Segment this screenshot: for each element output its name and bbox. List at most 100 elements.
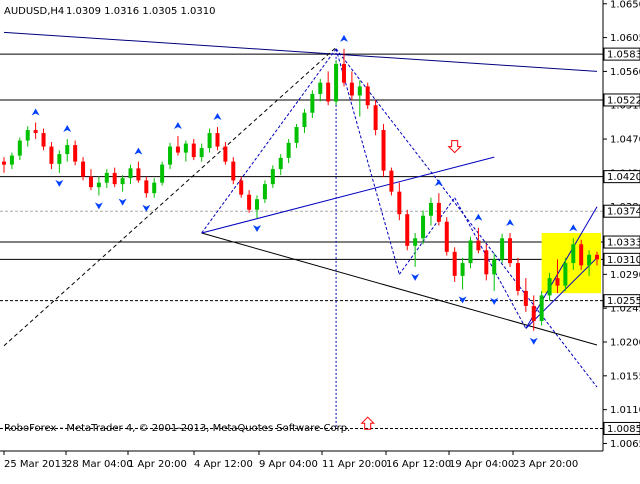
y-tick-label: 1.0560: [610, 67, 640, 78]
candle-body: [199, 148, 204, 158]
candle-body: [223, 146, 228, 162]
candle-body: [33, 130, 38, 134]
candle-body: [452, 251, 457, 276]
candle-body: [492, 259, 497, 275]
candle-body: [278, 157, 283, 170]
candle-body: [136, 168, 141, 181]
candle-body: [104, 172, 109, 183]
candle-body: [175, 146, 180, 153]
candle-body: [508, 238, 513, 264]
candle-body: [168, 146, 173, 165]
price-label: 1.0522: [607, 95, 640, 106]
candle-body: [436, 202, 441, 222]
candle-body: [152, 182, 157, 194]
candle-body: [555, 278, 560, 286]
candle-body: [349, 82, 354, 96]
price-chart: 1.06501.06051.05601.05151.04701.04251.03…: [0, 0, 640, 480]
candle-body: [381, 130, 386, 171]
price-label: 1.0583: [607, 50, 640, 61]
candle-body: [144, 180, 149, 194]
candle-body: [531, 305, 536, 321]
candle-body: [421, 215, 426, 239]
candle-body: [57, 154, 62, 164]
candle-body: [25, 130, 30, 141]
chart-ohlc: 1.0309 1.0316 1.0305 1.0310: [66, 6, 216, 17]
candle-body: [294, 127, 299, 143]
candle-body: [547, 278, 552, 296]
candle-body: [73, 145, 78, 162]
x-tick-label: 25 Mar 2013: [4, 459, 67, 470]
chart-header: AUDUSD,H4: [4, 6, 64, 17]
candle-body: [96, 182, 101, 188]
candle-body: [365, 86, 370, 106]
y-tick-label: 1.0650: [610, 0, 640, 10]
candle-body: [49, 146, 54, 164]
y-tick-label: 1.0290: [610, 270, 640, 281]
price-label: 1.0255: [607, 296, 640, 307]
candle-body: [500, 238, 505, 260]
x-tick-label: 1 Apr 20:00: [128, 459, 187, 470]
candle-body: [160, 164, 165, 183]
x-tick-label: 28 Mar 04:00: [66, 459, 133, 470]
candle-body: [326, 82, 331, 102]
candle-body: [255, 199, 260, 210]
candle-body: [120, 178, 125, 185]
price-label: 1.0333: [607, 238, 640, 249]
y-tick-label: 1.0200: [610, 338, 640, 349]
candle-body: [262, 184, 267, 200]
candle-body: [389, 170, 394, 192]
candle-body: [191, 143, 196, 158]
chart-window: 1.06501.06051.05601.05151.04701.04251.03…: [0, 0, 640, 480]
y-tick-label: 1.0470: [610, 135, 640, 146]
candle-body: [428, 202, 433, 216]
candle-body: [444, 221, 449, 252]
candle-body: [286, 142, 291, 158]
candle-body: [357, 86, 362, 96]
candle-body: [302, 112, 307, 128]
candle-body: [81, 161, 86, 177]
candle-body: [239, 180, 244, 195]
y-tick-label: 1.0065: [610, 439, 640, 450]
price-label: 1.0085: [607, 424, 640, 435]
y-tick-label: 1.0155: [610, 371, 640, 382]
candle-body: [9, 155, 14, 165]
candle-body: [405, 214, 410, 246]
candle-body: [397, 191, 402, 215]
candle-body: [247, 194, 252, 210]
candle-body: [539, 295, 544, 321]
y-tick-label: 1.0110: [610, 405, 640, 416]
price-label: 1.0420: [607, 172, 640, 183]
candle-body: [484, 250, 489, 275]
x-tick-label: 23 Apr 20:00: [513, 459, 578, 470]
candle-body: [17, 140, 22, 156]
candle-body: [341, 63, 346, 83]
x-tick-label: 16 Apr 12:00: [386, 459, 451, 470]
x-tick-label: 9 Apr 04:00: [259, 459, 318, 470]
candle-body: [215, 133, 220, 147]
x-tick-label: 19 Apr 04:00: [449, 459, 514, 470]
candle-body: [571, 244, 576, 264]
price-label: 1.0374: [607, 207, 640, 218]
x-tick-label: 4 Apr 12:00: [194, 459, 253, 470]
candle-body: [231, 161, 236, 181]
candle-body: [579, 244, 584, 266]
candle-body: [523, 290, 528, 306]
candle-body: [595, 254, 599, 260]
candle-body: [515, 263, 520, 291]
candle-body: [183, 143, 188, 153]
candle-body: [460, 263, 465, 276]
candle-body: [468, 240, 473, 264]
candle-body: [128, 168, 133, 179]
candle-body: [41, 133, 46, 147]
candle-body: [2, 161, 6, 165]
price-label: 1.0310: [607, 255, 640, 266]
chart-copyright: RoboForex - MetaTrader 4, © 2001-2013, M…: [4, 423, 350, 434]
candle-body: [65, 145, 70, 155]
candle-body: [334, 63, 339, 102]
candle-body: [413, 238, 418, 246]
candle-body: [563, 263, 568, 286]
candle-body: [318, 82, 323, 94]
candle-body: [207, 133, 212, 149]
candle-body: [88, 176, 93, 188]
candle-body: [373, 105, 378, 131]
